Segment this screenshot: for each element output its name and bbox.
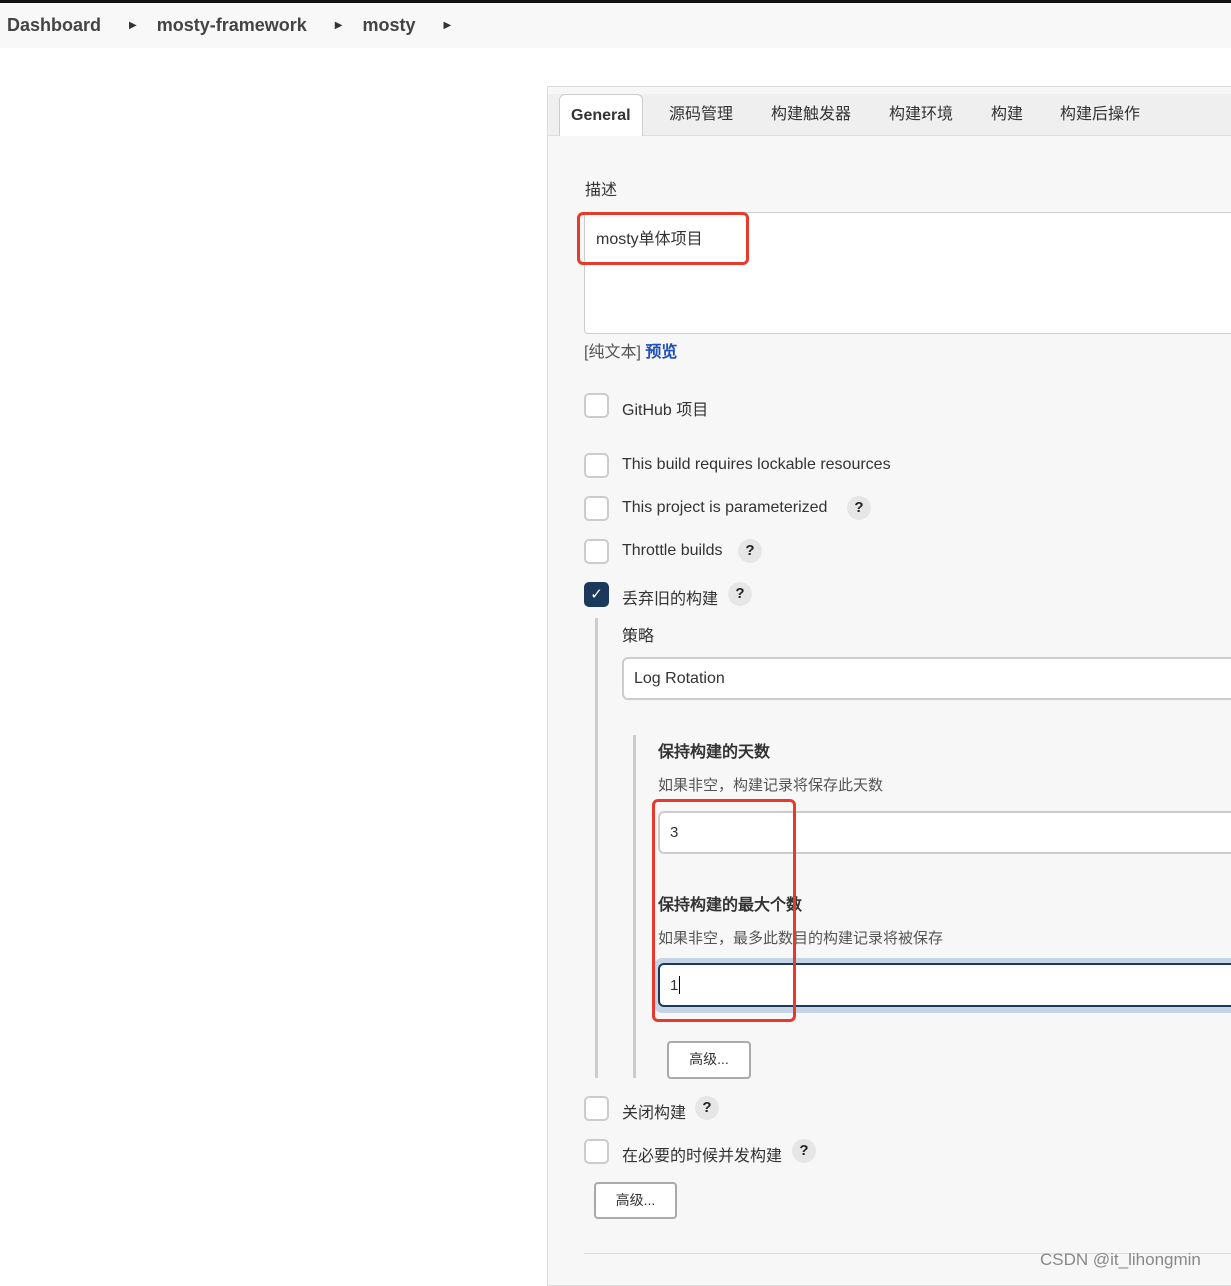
days-hint: 如果非空，构建记录将保存此天数 [658, 777, 884, 794]
breadcrumb-dashboard[interactable]: Dashboard [7, 15, 101, 36]
breadcrumb: Dashboard ▶ mosty-framework ▶ mosty ▶ [0, 3, 1231, 48]
breadcrumb-chevron-icon[interactable]: ▶ [129, 20, 137, 31]
github-project-label: GitHub 项目 [622, 402, 709, 419]
lockable-resources-checkbox[interactable] [584, 453, 609, 478]
parameterized-checkbox[interactable] [584, 496, 609, 521]
concurrent-build-label: 在必要的时候并发构建 [622, 1148, 783, 1165]
days-label: 保持构建的天数 [658, 744, 771, 761]
check-icon: ✓ [590, 586, 603, 603]
throttle-label: Throttle builds [622, 542, 723, 559]
parameterized-label: This project is parameterized [622, 499, 828, 516]
breadcrumb-chevron-icon[interactable]: ▶ [444, 20, 452, 31]
tab-environment[interactable]: 构建环境 [889, 94, 953, 136]
help-icon[interactable]: ? [792, 1139, 816, 1163]
annotation-box [577, 212, 749, 265]
tab-triggers[interactable]: 构建触发器 [771, 94, 851, 136]
breadcrumb-folder[interactable]: mosty-framework [157, 15, 307, 36]
strategy-advanced-button[interactable]: 高级... [667, 1041, 751, 1079]
section-divider [595, 618, 598, 1078]
github-project-checkbox[interactable] [584, 393, 609, 418]
tab-general[interactable]: General [559, 94, 643, 136]
watermark: CSDN @it_lihongmin [1040, 1250, 1201, 1269]
strategy-select[interactable]: Log Rotation [622, 657, 1231, 700]
discard-old-builds-checkbox[interactable]: ✓ [584, 582, 609, 607]
tab-post-build[interactable]: 构建后操作 [1060, 94, 1140, 136]
annotation-box [652, 799, 796, 1022]
breadcrumb-job[interactable]: mosty [362, 15, 415, 36]
disable-build-label: 关闭构建 [622, 1105, 687, 1122]
advanced-button[interactable]: 高级... [594, 1182, 677, 1219]
strategy-label: 策略 [622, 628, 655, 645]
concurrent-build-checkbox[interactable] [584, 1139, 609, 1164]
disable-build-checkbox[interactable] [584, 1096, 609, 1121]
help-icon[interactable]: ? [728, 582, 752, 606]
plain-text-label: [纯文本] [584, 344, 641, 361]
subsection-divider [633, 735, 636, 1078]
tab-scm[interactable]: 源码管理 [669, 94, 733, 136]
help-icon[interactable]: ? [738, 539, 762, 563]
help-icon[interactable]: ? [847, 496, 871, 520]
description-label: 描述 [585, 182, 618, 199]
preview-link[interactable]: 预览 [645, 344, 677, 361]
tab-build[interactable]: 构建 [991, 94, 1023, 136]
help-icon[interactable]: ? [695, 1096, 719, 1120]
throttle-checkbox[interactable] [584, 539, 609, 564]
lockable-resources-label: This build requires lockable resources [622, 456, 891, 473]
breadcrumb-chevron-icon[interactable]: ▶ [335, 20, 343, 31]
discard-old-builds-label: 丢弃旧的构建 [622, 591, 719, 608]
